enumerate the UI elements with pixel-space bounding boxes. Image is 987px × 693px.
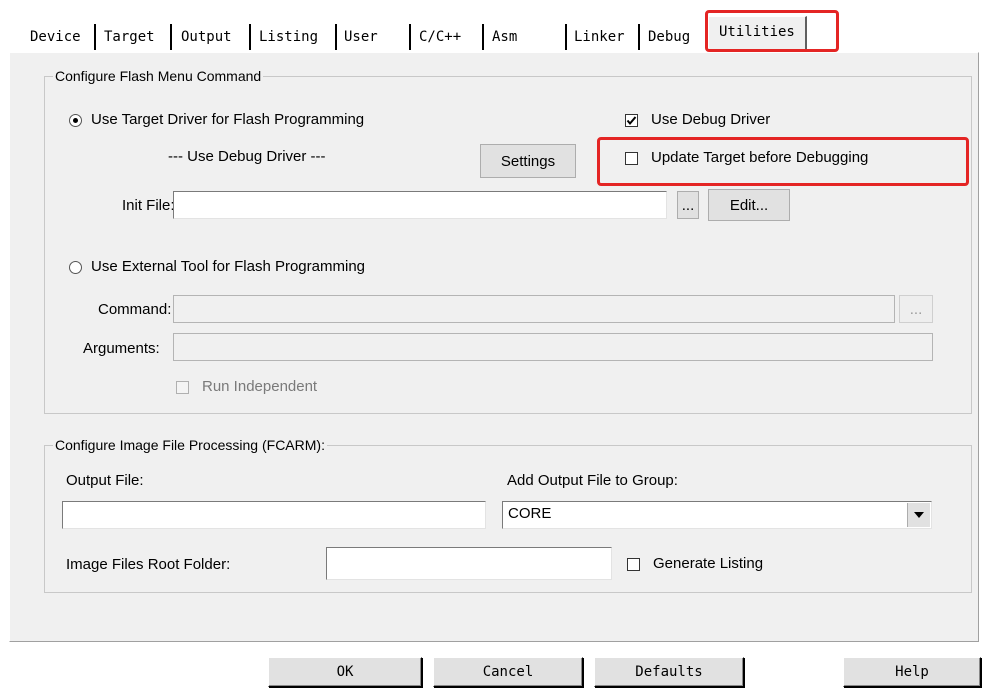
driver-name-label: --- Use Debug Driver --- [168, 148, 326, 165]
output-file-label: Output File: [66, 472, 144, 489]
tab-device[interactable]: Device [30, 24, 81, 50]
use-debug-driver-label: Use Debug Driver [651, 111, 771, 128]
help-button[interactable]: Help [843, 657, 981, 687]
tab-separator [94, 24, 97, 50]
use-external-tool-radio[interactable] [69, 261, 82, 274]
defaults-button[interactable]: Defaults [594, 657, 744, 687]
init-file-label: Init File: [122, 197, 175, 214]
tab-separator [565, 24, 568, 50]
image-group-title: Configure Image File Processing (FCARM): [53, 436, 327, 454]
cancel-button[interactable]: Cancel [433, 657, 583, 687]
tab-listing[interactable]: Listing [259, 24, 318, 50]
init-file-input[interactable] [173, 191, 667, 219]
tab-user[interactable]: User [344, 24, 378, 50]
tab-asm[interactable]: Asm [492, 24, 517, 50]
tab-linker[interactable]: Linker [574, 24, 625, 50]
dropdown-button[interactable] [907, 503, 930, 527]
ok-button[interactable]: OK [268, 657, 422, 687]
tab-separator [335, 24, 338, 50]
tab-separator [409, 24, 412, 50]
root-folder-label: Image Files Root Folder: [66, 556, 231, 573]
command-browse-button[interactable]: ... [899, 295, 933, 323]
edit-button[interactable]: Edit... [708, 189, 790, 221]
update-target-highlight-box [597, 137, 969, 186]
arguments-input[interactable] [173, 333, 933, 361]
tab-separator [638, 24, 641, 50]
tab-debug[interactable]: Debug [648, 24, 690, 50]
generate-listing-checkbox[interactable] [627, 558, 640, 571]
tab-highlight-box [705, 10, 839, 52]
add-output-group-label: Add Output File to Group: [507, 472, 678, 489]
generate-listing-label: Generate Listing [653, 555, 764, 572]
command-label: Command: [98, 301, 172, 318]
arguments-label: Arguments: [83, 340, 160, 357]
use-external-tool-label: Use External Tool for Flash Programming [91, 258, 365, 275]
command-input[interactable] [173, 295, 895, 323]
use-debug-driver-checkbox[interactable] [625, 114, 638, 127]
tab-separator [482, 24, 485, 50]
tab-target[interactable]: Target [104, 24, 155, 50]
root-folder-input[interactable] [326, 547, 612, 580]
tab-separator [170, 24, 173, 50]
radio-dot [73, 118, 78, 123]
flash-group-title: Configure Flash Menu Command [53, 67, 264, 85]
chevron-down-icon [914, 512, 924, 518]
output-file-input[interactable] [62, 501, 486, 529]
tab-separator [249, 24, 252, 50]
tab-cpp[interactable]: C/C++ [419, 24, 461, 50]
init-file-browse-button[interactable]: ... [677, 191, 699, 219]
select-value: CORE [508, 505, 552, 522]
add-output-group-select[interactable]: CORE [502, 501, 932, 529]
use-target-driver-label: Use Target Driver for Flash Programming [91, 111, 365, 128]
run-independent-label: Run Independent [202, 378, 318, 395]
settings-button[interactable]: Settings [480, 144, 576, 178]
use-target-driver-radio[interactable] [69, 114, 82, 127]
run-independent-checkbox[interactable] [176, 381, 189, 394]
check-icon [626, 116, 637, 126]
tab-output[interactable]: Output [181, 24, 232, 50]
